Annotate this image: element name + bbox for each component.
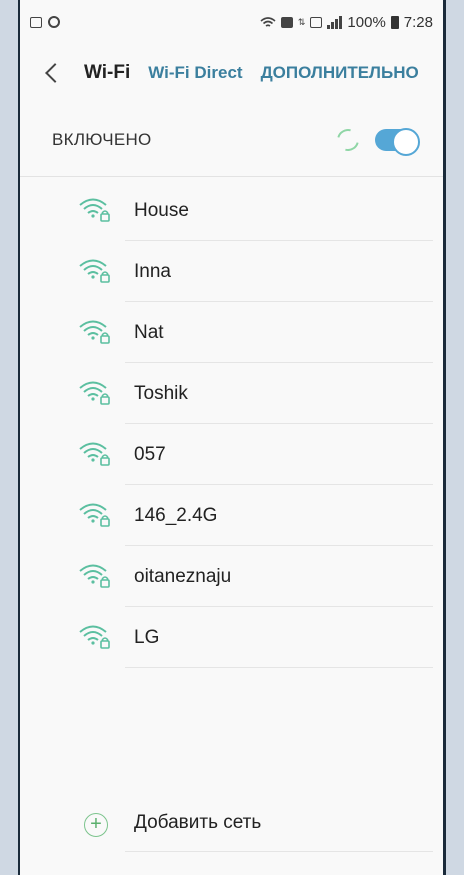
network-name: LG bbox=[134, 626, 160, 648]
status-right: ⇅ 100% 7:28 bbox=[260, 14, 433, 31]
network-name: 146_2.4G bbox=[134, 504, 218, 526]
divider bbox=[20, 176, 443, 177]
network-list: House Inna Nat Toshik 057 146_2.4G oitaneznaju… bbox=[20, 180, 443, 668]
divider bbox=[125, 667, 433, 668]
scanning-spinner-icon bbox=[332, 124, 364, 156]
network-name: Nat bbox=[134, 321, 164, 343]
network-name: Inna bbox=[134, 260, 171, 282]
screen: ⇅ 100% 7:28 Wi-Fi Wi-Fi Direct ДОПОЛНИТЕ… bbox=[20, 0, 443, 875]
wifi-direct-button[interactable]: Wi-Fi Direct bbox=[148, 63, 242, 83]
wifi-secured-icon bbox=[79, 381, 110, 405]
signal-strength-icon bbox=[327, 15, 343, 29]
network-name: Toshik bbox=[134, 382, 188, 404]
signal-box-icon bbox=[310, 16, 323, 28]
wifi-secured-icon bbox=[79, 442, 110, 466]
app-header: Wi-Fi Wi-Fi Direct ДОПОЛНИТЕЛЬНО bbox=[20, 52, 443, 94]
sim-card-icon bbox=[280, 16, 293, 28]
network-item[interactable]: LG bbox=[20, 607, 443, 668]
add-network-row[interactable]: + Добавить сеть bbox=[20, 797, 443, 857]
wifi-secured-icon bbox=[79, 198, 110, 222]
gallery-notification-icon bbox=[30, 16, 42, 28]
network-name: 057 bbox=[134, 443, 166, 465]
wifi-toggle-row[interactable]: ВКЛЮЧЕНО bbox=[20, 110, 443, 170]
network-name: House bbox=[134, 199, 189, 221]
battery-icon bbox=[390, 15, 399, 29]
network-item[interactable]: 146_2.4G bbox=[20, 485, 443, 546]
network-item[interactable]: Nat bbox=[20, 302, 443, 363]
wifi-switch[interactable] bbox=[375, 128, 420, 156]
clock: 7:28 bbox=[403, 13, 433, 31]
network-item[interactable]: Toshik bbox=[20, 363, 443, 424]
wifi-secured-icon bbox=[79, 564, 110, 588]
page-title: Wi-Fi bbox=[84, 62, 131, 83]
wifi-secured-icon bbox=[79, 625, 110, 649]
device-frame: ⇅ 100% 7:28 Wi-Fi Wi-Fi Direct ДОПОЛНИТЕ… bbox=[18, 0, 446, 875]
advanced-button[interactable]: ДОПОЛНИТЕЛЬНО bbox=[261, 63, 419, 83]
add-network-label: Добавить сеть bbox=[134, 812, 262, 833]
wifi-secured-icon bbox=[79, 503, 110, 527]
sync-notification-icon bbox=[48, 16, 60, 28]
network-item[interactable]: 057 bbox=[20, 424, 443, 485]
battery-percent: 100% bbox=[347, 13, 386, 31]
wifi-secured-icon bbox=[79, 259, 110, 283]
status-bar: ⇅ 100% 7:28 bbox=[20, 0, 443, 44]
divider bbox=[125, 851, 433, 852]
status-left bbox=[30, 16, 60, 28]
back-arrow-icon[interactable] bbox=[45, 63, 65, 83]
network-item[interactable]: oitaneznaju bbox=[20, 546, 443, 607]
plus-icon: + bbox=[84, 813, 108, 837]
wifi-toggle-label: ВКЛЮЧЕНО bbox=[52, 130, 152, 149]
wifi-secured-icon bbox=[79, 320, 110, 344]
network-item[interactable]: House bbox=[20, 180, 443, 241]
data-activity-icon: ⇅ bbox=[297, 17, 306, 27]
network-name: oitaneznaju bbox=[134, 565, 232, 587]
network-item[interactable]: Inna bbox=[20, 241, 443, 302]
wifi-status-icon bbox=[260, 16, 276, 27]
